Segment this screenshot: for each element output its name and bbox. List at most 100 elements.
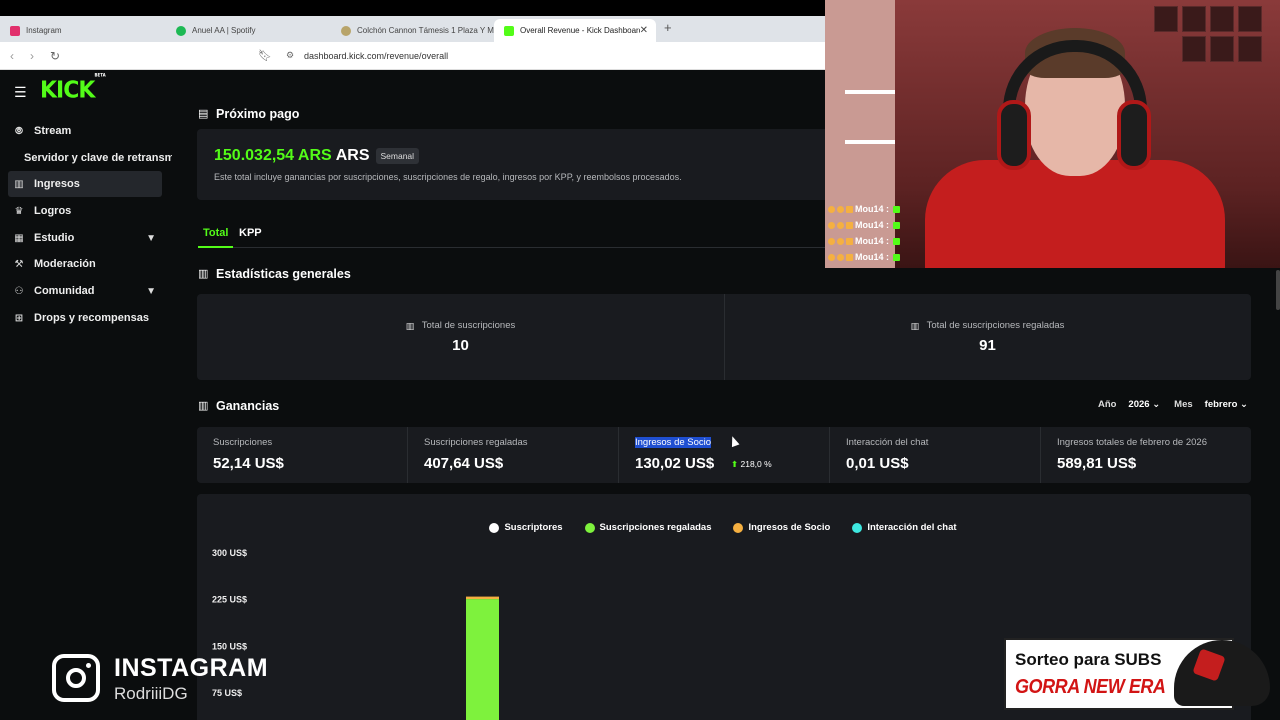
back-icon[interactable]: ‹ (10, 49, 14, 63)
poster (1182, 36, 1206, 62)
reload-icon[interactable]: ↻ (50, 49, 60, 63)
chat-line: Mou14 : (828, 220, 902, 230)
chat-username: Mou14 : (855, 252, 890, 262)
y-tick-label: 225 US$ (212, 595, 247, 605)
sidebar-item-stream[interactable]: ⦾ Stream (8, 118, 162, 144)
bar-segment[interactable] (466, 599, 499, 720)
sidebar-item-comunidad[interactable]: ⚇ Comunidad ▼ (8, 278, 162, 304)
browser-top-bar (0, 0, 825, 16)
new-tab-icon[interactable]: + (664, 20, 672, 35)
tab-spotify[interactable]: Anuel AA | Spotify (166, 19, 331, 42)
legend-dot-icon (733, 522, 744, 533)
kick-logo[interactable]: KICKBETA (40, 72, 106, 104)
forward-icon[interactable]: › (30, 49, 34, 63)
site-info-icon[interactable]: ⚙ (286, 50, 296, 60)
badge-icon (846, 237, 853, 245)
studio-icon: ▦ (14, 232, 24, 244)
headset-ear-right (1117, 100, 1151, 170)
instagram-handle: RodriiiDG (114, 684, 188, 703)
active-tab-indicator (198, 246, 233, 248)
sidebar-item-estudio[interactable]: ▦ Estudio ▼ (8, 225, 162, 251)
sidebar-item-ingresos[interactable]: ▥ Ingresos (8, 171, 162, 197)
badge-icon (846, 221, 853, 229)
stats-title: ▥ Estadísticas generales (198, 267, 351, 281)
logo-badge: BETA (94, 71, 106, 78)
legend-dot-icon (489, 522, 500, 533)
instagram-icon (52, 654, 100, 702)
stat-total-subs: ▥ Total de suscripciones 10 (197, 294, 724, 380)
payout-card: 150.032,54 ARS ARS Semanal Este total in… (197, 129, 829, 200)
chat-line: Mou14 : (828, 204, 902, 214)
wrench-icon: ⚒ (14, 258, 24, 270)
earning-value: 407,64 US$ (424, 455, 504, 472)
earning-value: 589,81 US$ (1057, 455, 1137, 472)
earning-label: Ingresos de Socio (635, 437, 712, 448)
earnings-title-text: Ganancias (216, 399, 280, 413)
emote-icon (893, 253, 901, 261)
month-value: febrero (1204, 399, 1238, 410)
growth-indicator: ⬆ 218,0 % (731, 459, 772, 470)
tab-instagram[interactable]: Instagram (0, 19, 166, 42)
earnings-title: ▥ Ganancias (198, 399, 279, 413)
payout-icon: ▤ (198, 108, 209, 120)
legend-label: Suscripciones regaladas (599, 522, 712, 533)
sidebar-item-label: Ingresos (34, 178, 80, 190)
legend-dot-icon (852, 522, 863, 533)
badge-icon (828, 237, 835, 245)
bookmark-icon[interactable]: 🔖︎ (258, 49, 272, 62)
badge-icon (837, 221, 844, 229)
legend-label: Suscriptores (504, 522, 563, 533)
chart-icon: ▥ (910, 320, 920, 331)
bar-segment[interactable] (466, 596, 499, 600)
earning-total: Ingresos totales de febrero de 2026 589,… (1041, 427, 1251, 483)
sidebar-item-drops[interactable]: ⊞ Drops y recompensas (8, 305, 162, 331)
chat-line: Mou14 : (828, 252, 902, 262)
legend-item[interactable]: Suscripciones regaladas (584, 522, 712, 533)
earning-partner: Ingresos de Socio 130,02 US$ ⬆ 218,0 % (619, 427, 830, 483)
badge-icon (837, 253, 844, 261)
poster (1238, 36, 1262, 62)
tab-kpp[interactable]: KPP (239, 227, 262, 239)
legend-label: Interacción del chat (867, 522, 957, 533)
chat-username: Mou14 : (855, 236, 890, 246)
sidebar-item-server-key[interactable]: Servidor y clave de retransmisión (24, 152, 172, 164)
legend-dot-icon (584, 522, 595, 533)
badge-icon (837, 205, 844, 213)
earning-chat: Interacción del chat 0,01 US$ (830, 427, 1041, 483)
scrollbar[interactable] (1276, 270, 1280, 310)
earning-label: Ingresos totales de febrero de 2026 (1057, 437, 1207, 448)
legend-item[interactable]: Suscriptores (489, 522, 563, 533)
sidebar-item-moderacion[interactable]: ⚒ Moderación (8, 251, 162, 277)
chat-line: Mou14 : (828, 236, 902, 246)
url-input[interactable]: ⚙ dashboard.kick.com/revenue/overall (280, 46, 825, 66)
sidebar-item-label: Moderación (34, 258, 96, 270)
stat-total-gifted-subs: ▥ Total de suscripciones regaladas 91 (724, 294, 1251, 380)
chevron-down-icon: ▼ (146, 285, 156, 297)
giveaway-title: Sorteo para SUBS (1015, 650, 1162, 669)
payout-currency: ARS (335, 147, 370, 164)
month-select[interactable]: febrero ⌄ (1205, 399, 1248, 410)
year-select[interactable]: 2026 ⌄ (1128, 399, 1160, 410)
sidebar: ☰ KICKBETA ⦾ Stream Servidor y clave de … (0, 70, 172, 720)
tab-total[interactable]: Total (203, 227, 228, 239)
legend-item[interactable]: Interacción del chat (852, 522, 957, 533)
sidebar-item-logros[interactable]: ♛ Logros (8, 198, 162, 224)
spotify-favicon-icon (176, 25, 186, 36)
close-tab-icon[interactable]: ✕ (640, 25, 648, 36)
year-label: Año (1097, 399, 1117, 410)
tab-kick-dashboard[interactable]: Overall Revenue - Kick Dashboard ✕ (494, 19, 656, 42)
stat-label: Total de suscripciones regaladas (926, 320, 1065, 331)
earning-subs: Suscripciones 52,14 US$ (197, 427, 408, 483)
payout-title-text: Próximo pago (216, 107, 300, 121)
logo-text: KICK (40, 77, 95, 104)
url-text: dashboard.kick.com/revenue/overall (304, 51, 449, 61)
poster (1238, 6, 1262, 32)
webcam-overlay: Mou14 : Mou14 : Mou14 : Mou14 : (825, 0, 1280, 268)
menu-icon[interactable]: ☰ (14, 84, 27, 101)
tab-colchon[interactable]: Colchón Cannon Támesis 1 Plaza Y M (331, 19, 494, 42)
poster (1182, 6, 1206, 32)
legend-item[interactable]: Ingresos de Socio (733, 522, 830, 533)
sidebar-item-label: Comunidad (34, 285, 95, 297)
earning-label: Suscripciones (213, 437, 273, 448)
giveaway-overlay: Sorteo para SUBS GORRA NEW ERA (1004, 638, 1274, 710)
